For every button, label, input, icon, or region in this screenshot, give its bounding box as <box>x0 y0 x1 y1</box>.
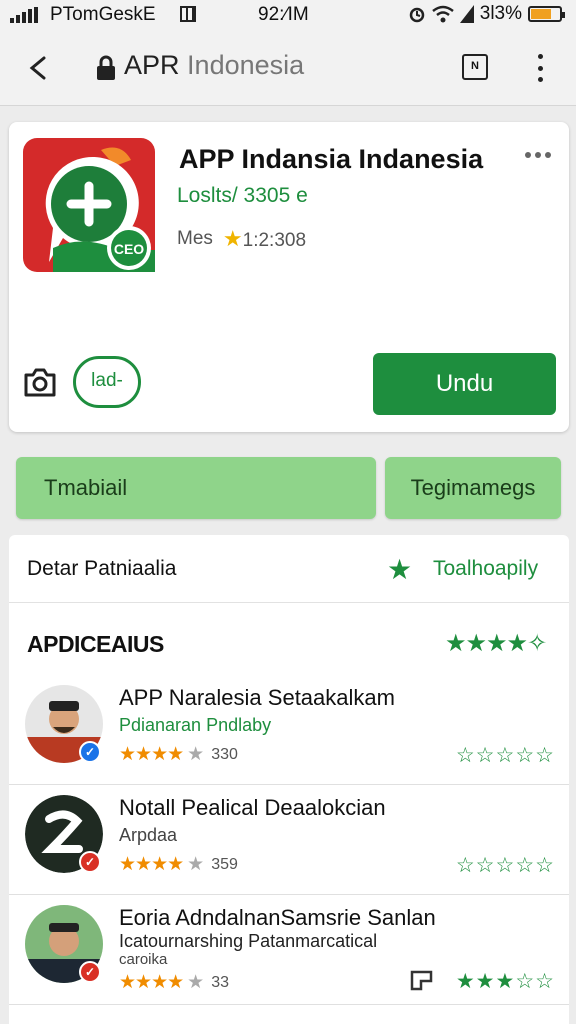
reviews-header: APDICEAIUS <box>27 631 164 657</box>
details-row[interactable]: Detar Patniaalia ★ Toalhoapily <box>9 535 569 603</box>
more-options-icon[interactable] <box>525 152 551 158</box>
wifi-icon <box>431 5 454 23</box>
details-value: Toalhoapily <box>433 557 539 580</box>
camera-icon[interactable] <box>23 366 57 398</box>
review-rating: ★★★★ ★ 33 <box>119 971 229 994</box>
verified-badge-icon: ✓ <box>79 741 101 763</box>
reviews-header-stars[interactable]: ★★★★✧ <box>445 629 547 658</box>
battery-icon <box>528 6 565 22</box>
meta-label: Mes <box>177 228 213 249</box>
rate-stars[interactable]: ☆☆☆☆☆ <box>456 743 555 768</box>
review-name: Notall Pealical Deaalokcian <box>119 795 386 820</box>
browser-menu-button[interactable] <box>530 50 550 86</box>
details-section: Detar Patniaalia ★ Toalhoapily APDICEAIU… <box>9 535 569 1024</box>
review-subtitle: Icatournarshing Patanmarcatical <box>119 931 378 951</box>
rating-stars: ★★★★ <box>119 744 184 765</box>
install-button[interactable]: Undu <box>373 353 556 415</box>
carrier-name: PTomGeskE <box>50 4 156 25</box>
browser-toolbar: APR Indonesia N <box>0 30 576 106</box>
page-title[interactable]: APR Indonesia <box>124 50 304 81</box>
review-subtitle: Pdianaran Pndlaby <box>119 715 272 735</box>
app-name: APP Indansia Indanesia <box>179 144 484 174</box>
review-name: APP Naralesia Setaakalkam <box>119 685 395 710</box>
review-item[interactable]: ✓ Notall Pealical Deaalokcian Arpdaa ★★★… <box>9 785 569 895</box>
verified-badge-icon: ✓ <box>79 961 101 983</box>
rating-count: 330 <box>211 745 238 763</box>
rating-count: 359 <box>211 855 238 873</box>
alarm-icon <box>409 7 424 23</box>
rating-star-empty: ★ <box>187 744 204 765</box>
app-icon-badge: CEO <box>114 241 144 257</box>
rating-stars: ★★★★ <box>119 972 184 993</box>
review-subtitle-secondary: caroika <box>119 951 168 968</box>
app-info-card: CEO APP Indansia Indanesia Loslts/ 3305 … <box>9 122 569 432</box>
verified-badge-icon: ✓ <box>79 851 101 873</box>
signal-icon <box>10 7 38 23</box>
rating-star-icon: ★1:2:308 <box>222 226 307 251</box>
details-label: Detar Patniaalia <box>27 557 177 580</box>
rating-count: 33 <box>211 973 229 991</box>
rate-stars[interactable]: ★★★☆☆ <box>456 969 555 994</box>
star-icon: ★ <box>387 554 413 585</box>
flag-icon[interactable] <box>409 969 435 991</box>
tab-switcher-button[interactable]: N <box>462 54 488 80</box>
rate-stars[interactable]: ☆☆☆☆☆ <box>456 853 555 878</box>
status-bar: PTomGeskE 92:⁄IM 3l3% <box>0 0 576 30</box>
app-loads: Loslts/ 3305 e <box>177 184 308 207</box>
details-tab-button[interactable]: Tmabiail <box>16 457 376 519</box>
title-rest: Indonesia <box>187 50 305 80</box>
lock-icon <box>97 55 115 80</box>
rating-star-empty: ★ <box>187 972 204 993</box>
tags-tab-button[interactable]: Tegimamegs <box>385 457 561 519</box>
rating-stars: ★★★★ <box>119 854 184 875</box>
rating-count: 1:2:308 <box>242 230 307 251</box>
review-rating: ★★★★ ★ 359 <box>119 853 238 876</box>
notification-icon <box>180 6 196 22</box>
app-icon: CEO <box>23 138 155 272</box>
title-main: APR <box>124 50 180 80</box>
review-subtitle: Arpdaa <box>119 825 178 845</box>
version-pill[interactable]: lad- <box>73 356 141 408</box>
review-name: Eoria AdndalnanSamsrie Sanlan <box>119 905 436 930</box>
app-meta: Mes ★1:2:308 <box>177 226 306 252</box>
clock: 92:⁄IM <box>258 4 309 25</box>
review-item[interactable]: ✓ Eoria AdndalnanSamsrie Sanlan Icatourn… <box>9 895 569 1005</box>
review-item[interactable]: ✓ APP Naralesia Setaakalkam Pdianaran Pn… <box>9 675 569 785</box>
rating-star-empty: ★ <box>187 854 204 875</box>
back-arrow-icon[interactable] <box>22 50 58 86</box>
cell-signal-icon <box>459 5 474 23</box>
battery-percent: 3l3% <box>479 3 522 24</box>
review-rating: ★★★★ ★ 330 <box>119 743 238 766</box>
